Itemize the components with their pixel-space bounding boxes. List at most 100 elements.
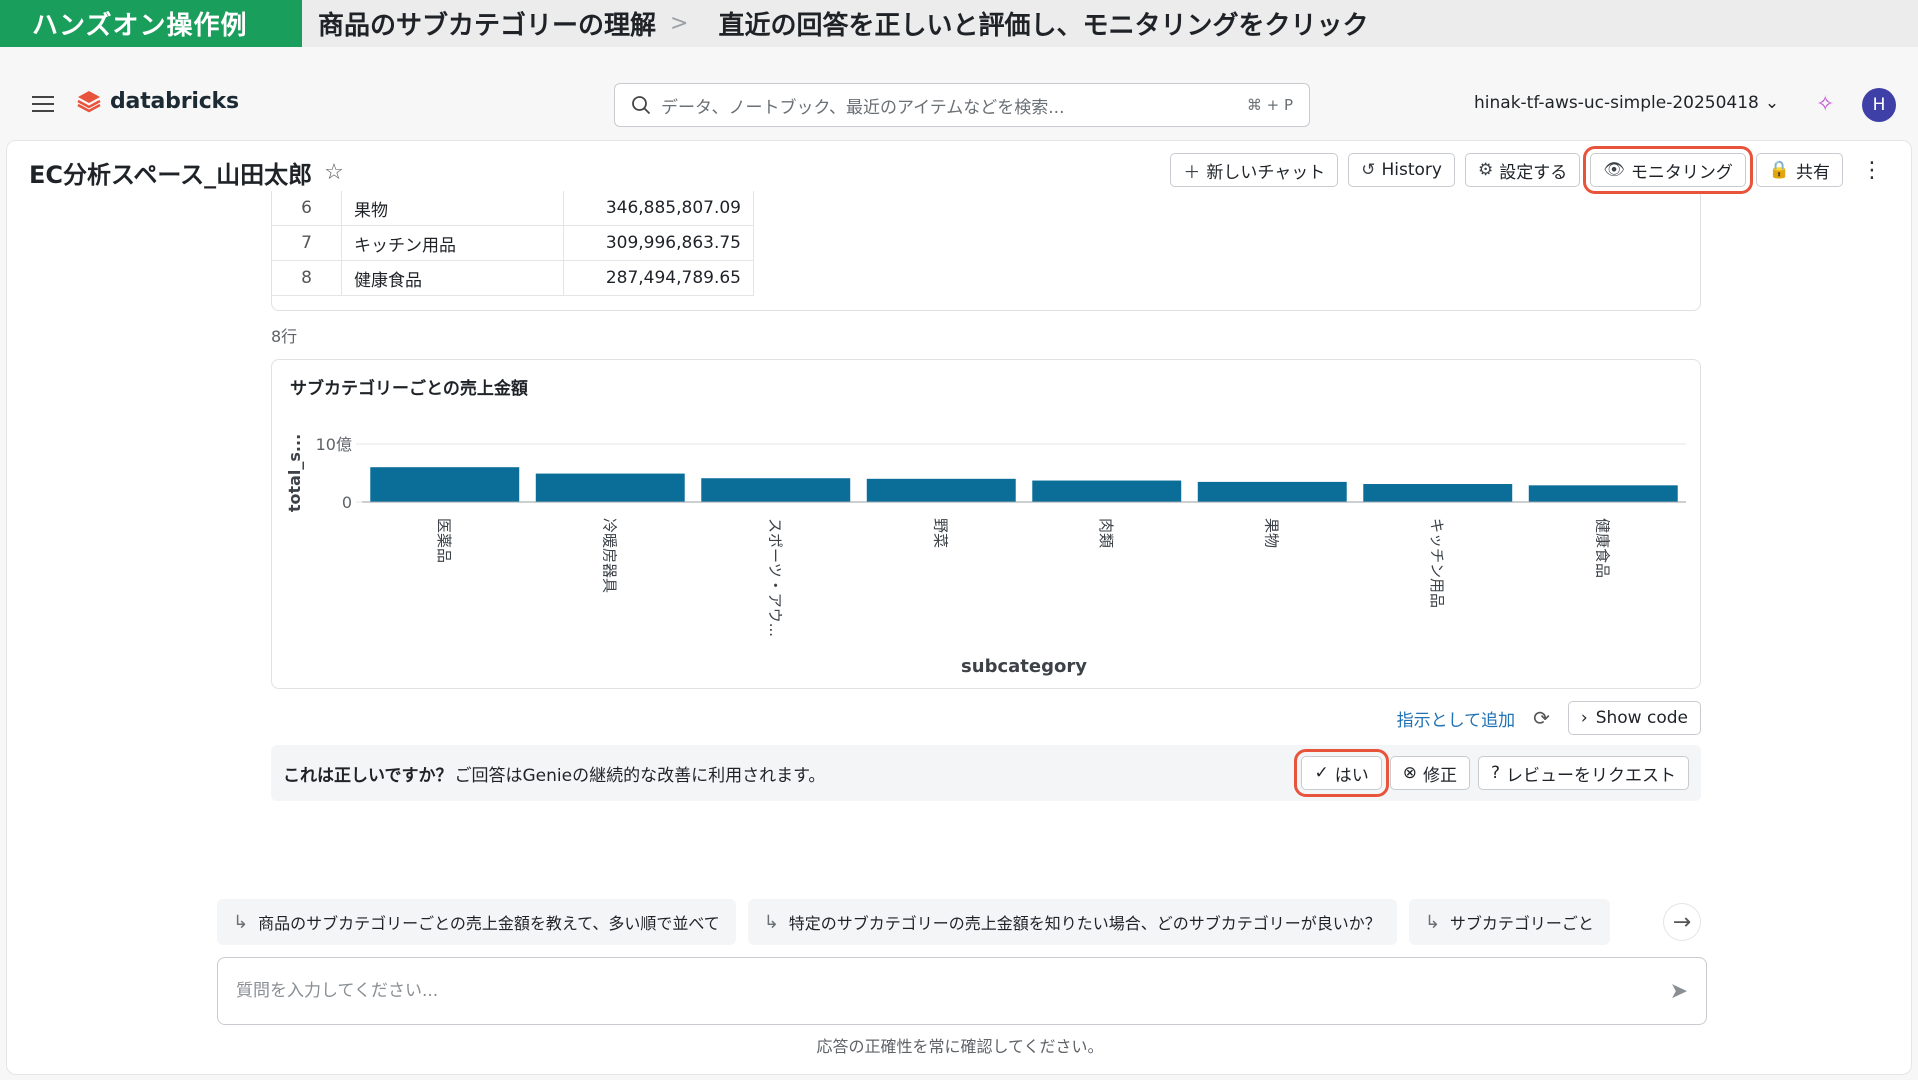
banner-tag: ハンズオン操作例 <box>0 0 302 47</box>
new-chat-button[interactable]: ＋ 新しいチャット <box>1170 153 1339 187</box>
show-code-button[interactable]: › Show code <box>1567 701 1701 735</box>
refresh-icon[interactable]: ⟳ <box>1533 706 1550 730</box>
chart-card: サブカテゴリーごとの売上金額 0 10億 total_s... 医薬品 冷暖房器具 スポー… <box>271 359 1701 689</box>
question-input[interactable] <box>236 981 1670 1001</box>
search-icon <box>632 96 651 115</box>
subcategory-cell: 健康食品 <box>342 261 564 295</box>
x-tick-label: 冷暖房器具 <box>600 518 618 593</box>
banner-step-instruction: 直近の回答を正しいと評価し、モニタリングをクリック <box>718 11 1369 41</box>
reply-arrow-icon: ↳ <box>233 911 249 933</box>
yes-label: はい <box>1334 765 1369 786</box>
check-circle-icon: ✓ <box>1314 763 1329 783</box>
eye-icon: 👁 <box>1603 160 1625 180</box>
amount-cell: 309,996,863.75 <box>564 226 754 260</box>
feedback-buttons: ✓ はい ⊗ 修正 ? レビューをリクエスト <box>1294 749 1689 797</box>
reply-arrow-icon: ↳ <box>1424 911 1440 933</box>
star-icon[interactable]: ☆ <box>324 160 344 185</box>
suggestion-chip[interactable]: ↳ 商品のサブカテゴリーごとの売上金額を教えて、多い順で並べて <box>217 899 736 945</box>
space-title: EC分析スペース_山田太郎 <box>29 161 313 189</box>
fix-label: 修正 <box>1422 765 1457 786</box>
more-options-icon[interactable]: ⋮ <box>1853 158 1891 183</box>
request-review-label: レビューをリクエスト <box>1506 765 1676 786</box>
x-tick-label: キッチン用品 <box>1428 518 1446 608</box>
x-tick-label: スポーツ・アウ... <box>766 518 784 637</box>
menu-icon[interactable] <box>32 95 54 117</box>
history-label: History <box>1381 160 1442 180</box>
databricks-logo-icon <box>77 91 101 113</box>
suggested-questions: ↳ 商品のサブカテゴリーごとの売上金額を教えて、多い順で並べて ↳ 特定のサブカ… <box>217 899 1717 945</box>
add-as-instruction-link[interactable]: 指示として追加 <box>1397 706 1516 731</box>
send-icon[interactable]: ➤ <box>1670 979 1688 1004</box>
x-tick-label: 肉類 <box>1097 518 1115 548</box>
row-count: 8行 <box>271 327 298 346</box>
row-index: 7 <box>272 226 342 260</box>
arrow-right-icon[interactable]: → <box>1664 904 1700 940</box>
feedback-bar: これは正しいですか？ ご回答はGenieの継続的な改善に利用されます。 ✓ はい… <box>271 745 1701 801</box>
fix-button[interactable]: ⊗ 修正 <box>1389 756 1470 790</box>
suggestion-chip[interactable]: ↳ 特定のサブカテゴリーの売上金額を知りたい場合、どのサブカテゴリーが良いか？ <box>747 899 1397 945</box>
table-row: 8 健康食品 287,494,789.65 <box>272 261 754 296</box>
show-code-label: Show code <box>1595 708 1688 728</box>
assistant-sparkle-icon[interactable]: ✧ <box>1816 92 1834 117</box>
chevron-right-icon: › <box>1580 708 1588 728</box>
header-toolbar: ＋ 新しいチャット ↺ History ⚙ 設定する 👁 モニタリング 🔒 共有… <box>1170 146 1891 194</box>
genie-space-panel: 6 果物 346,885,807.09 7 キッチン用品 309,996,863… <box>6 140 1912 1075</box>
table-row: 6 果物 346,885,807.09 <box>272 191 754 226</box>
gear-icon: ⚙ <box>1477 160 1494 180</box>
bar <box>701 478 851 502</box>
user-avatar[interactable]: H <box>1862 88 1896 122</box>
row-index: 6 <box>272 191 342 225</box>
x-axis-label: subcategory <box>961 656 1087 677</box>
yes-button[interactable]: ✓ はい <box>1294 749 1389 797</box>
monitoring-button[interactable]: 👁 モニタリング <box>1583 146 1753 194</box>
bar <box>866 478 1016 502</box>
banner-step-title: 商品のサブカテゴリーの理解 <box>318 11 657 41</box>
global-search[interactable]: データ、ノートブック、最近のアイテムなどを検索... ⌘ + P <box>614 83 1310 127</box>
answer-actions: 指示として追加 ⟳ › Show code <box>1397 701 1701 735</box>
x-circle-icon: ⊗ <box>1402 763 1417 783</box>
subcategory-cell: キッチン用品 <box>342 226 564 260</box>
suggestion-text: 商品のサブカテゴリーごとの売上金額を教えて、多い順で並べて <box>258 914 720 933</box>
y-tick-label: 0 <box>342 493 352 512</box>
search-shortcut: ⌘ + P <box>1246 96 1293 114</box>
bar <box>1528 485 1678 502</box>
chevron-down-icon: ⌄ <box>1764 93 1780 113</box>
x-tick-label: 果物 <box>1262 518 1280 548</box>
request-review-button[interactable]: ? レビューをリクエスト <box>1477 756 1689 790</box>
row-index: 8 <box>272 261 342 295</box>
subcategory-cell: 果物 <box>342 191 564 225</box>
amount-cell: 287,494,789.65 <box>564 261 754 295</box>
bar <box>1032 480 1182 502</box>
tutorial-banner: ハンズオン操作例 商品のサブカテゴリーの理解 > 直近の回答を正しいと評価し、モ… <box>0 0 1918 47</box>
reply-arrow-icon: ↳ <box>763 911 779 933</box>
suggestion-chip[interactable]: ↳ サブカテゴリーごと <box>1408 899 1610 945</box>
settings-label: 設定する <box>1499 162 1568 183</box>
feedback-question: これは正しいですか？ <box>283 765 453 786</box>
y-tick-label: 10億 <box>316 435 352 454</box>
table-row: 7 キッチン用品 309,996,863.75 <box>272 226 754 261</box>
history-icon: ↺ <box>1361 160 1376 180</box>
search-placeholder: データ、ノートブック、最近のアイテムなどを検索... <box>661 97 1065 118</box>
y-axis-label: total_s... <box>285 434 304 512</box>
bar-chart: 0 10億 total_s... 医薬品 冷暖房器具 スポーツ・アウ... 野菜 肉類 果物 キッ… <box>285 434 1686 677</box>
bar <box>1197 481 1347 502</box>
bar <box>1363 484 1513 502</box>
bar <box>370 467 520 502</box>
plus-icon: ＋ <box>1183 162 1201 183</box>
page-title: EC分析スペース_山田太郎 ☆ <box>29 155 344 190</box>
accuracy-disclaimer: 応答の正確性を常に確認してください。 <box>816 1037 1104 1056</box>
lock-icon: 🔒 <box>1768 160 1790 180</box>
x-tick-label: 医薬品 <box>435 518 453 563</box>
amount-cell: 346,885,807.09 <box>564 191 754 225</box>
workspace-name: hinak-tf-aws-uc-simple-20250418 <box>1474 93 1759 113</box>
share-button[interactable]: 🔒 共有 <box>1755 153 1843 187</box>
settings-button[interactable]: ⚙ 設定する <box>1464 153 1581 187</box>
suggestion-text: 特定のサブカテゴリーの売上金額を知りたい場合、どのサブカテゴリーが良いか？ <box>788 914 1381 933</box>
databricks-logo[interactable]: databricks <box>76 88 239 114</box>
history-button[interactable]: ↺ History <box>1348 153 1455 187</box>
question-composer: ➤ <box>217 957 1707 1025</box>
feedback-note: ご回答はGenieの継続的な改善に利用されます。 <box>454 765 826 786</box>
workspace-selector[interactable]: hinak-tf-aws-uc-simple-20250418 ⌄ <box>1474 93 1779 113</box>
table-rows: 6 果物 346,885,807.09 7 キッチン用品 309,996,863… <box>272 191 754 296</box>
logo-text: databricks <box>110 88 239 114</box>
